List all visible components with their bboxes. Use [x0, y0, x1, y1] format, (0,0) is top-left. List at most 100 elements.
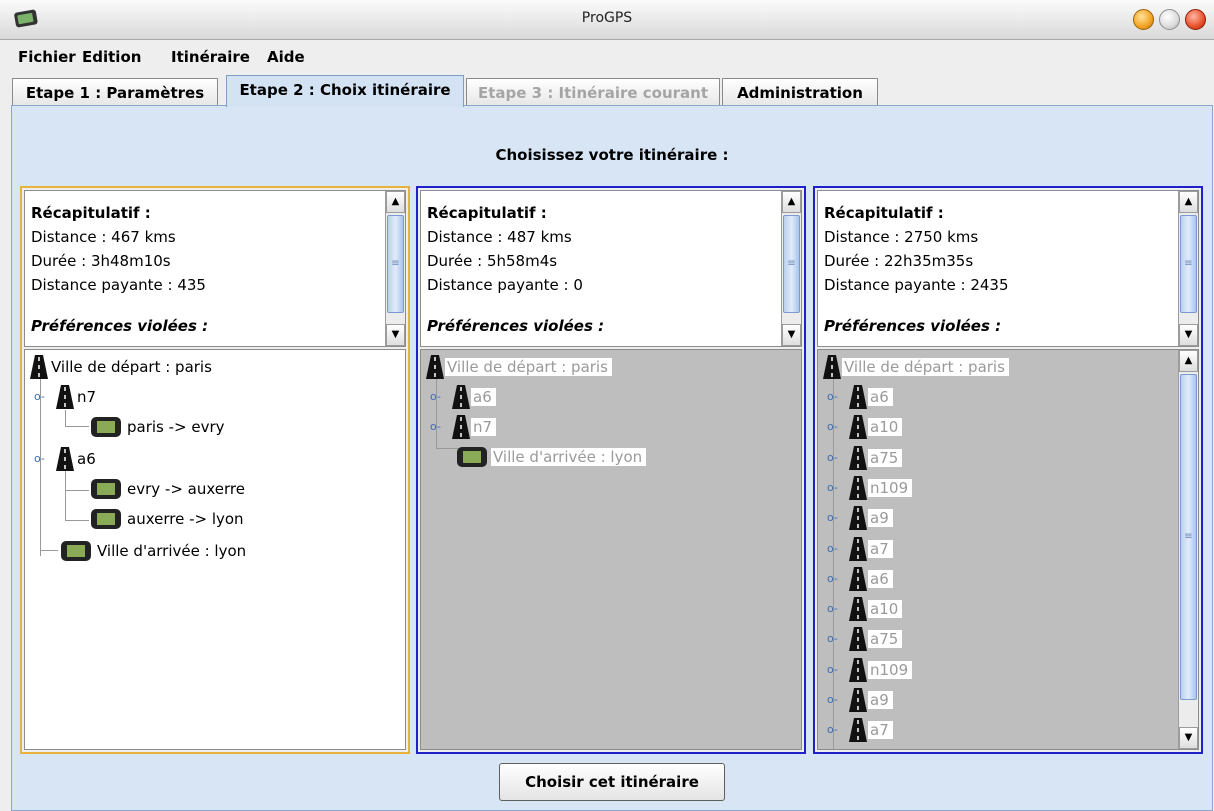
road-label: a10: [868, 418, 903, 437]
scroll-up-arrow-icon[interactable]: ▲: [782, 191, 801, 213]
scroll-thumb[interactable]: ≡: [1180, 374, 1197, 700]
tree-node-road[interactable]: a6: [848, 384, 893, 410]
tab-content-panel: Choisissez votre itinéraire : Récapitula…: [11, 105, 1213, 811]
menu-fichier[interactable]: Fichier: [18, 48, 76, 66]
road-icon: [849, 415, 867, 440]
minimize-window-button[interactable]: [1133, 9, 1154, 30]
close-window-button[interactable]: [1185, 9, 1206, 30]
expanded-handle-icon[interactable]: o-: [34, 453, 48, 464]
scroll-down-arrow-icon[interactable]: ▼: [1179, 324, 1198, 346]
road-icon: [849, 475, 867, 500]
road-label: a75: [868, 448, 903, 467]
collapsed-handle-icon[interactable]: o-: [827, 603, 841, 614]
tree-node-road[interactable]: a10: [848, 596, 903, 622]
tree-node-segment[interactable]: paris -> evry: [89, 414, 229, 440]
scroll-down-arrow-icon[interactable]: ▼: [1179, 727, 1198, 749]
tree-scrollbar[interactable]: ▲ ≡ ▼: [1178, 350, 1198, 749]
gps-device-icon: [91, 479, 121, 499]
summary-scrollbar[interactable]: ▲ ≡ ▼: [781, 191, 801, 346]
scroll-down-arrow-icon[interactable]: ▼: [782, 324, 801, 346]
scroll-thumb[interactable]: ≡: [1180, 215, 1197, 313]
collapsed-handle-icon[interactable]: o-: [827, 664, 841, 675]
tree-node-road[interactable]: n109: [848, 657, 913, 683]
tree-node-road[interactable]: a6: [451, 384, 496, 410]
menu-edition[interactable]: Edition: [82, 48, 141, 66]
route-tree[interactable]: Ville de départ : paris o- a6 o- n7 Vill…: [420, 349, 802, 750]
gps-device-icon: [91, 417, 121, 437]
tree-node-road[interactable]: a10: [848, 414, 903, 440]
itinerary-option-1[interactable]: Récapitulatif : Distance : 467 kms Durée…: [20, 186, 410, 754]
summary-scrollbar[interactable]: ▲ ≡ ▼: [1178, 191, 1198, 346]
tree-node-road[interactable]: a7: [848, 536, 893, 562]
tab-parametres[interactable]: Etape 1 : Paramètres: [12, 78, 218, 106]
violated-preferences-label: Préférences violées :: [427, 317, 605, 335]
maximize-window-button[interactable]: [1159, 9, 1180, 30]
tree-node-segment[interactable]: evry -> auxerre: [89, 476, 249, 502]
tree-node-road[interactable]: a6: [848, 566, 893, 592]
tree-node-road[interactable]: a75: [848, 626, 903, 652]
tree-node-road[interactable]: n109: [848, 475, 913, 501]
collapsed-handle-icon[interactable]: o-: [827, 512, 841, 523]
tree-node-start[interactable]: Ville de départ : paris: [822, 354, 1009, 380]
collapsed-handle-icon[interactable]: o-: [827, 543, 841, 554]
tree-node-road[interactable]: a9: [848, 505, 893, 531]
tree-node-start[interactable]: Ville de départ : paris: [29, 354, 216, 380]
gps-device-icon: [61, 541, 91, 561]
itinerary-option-3[interactable]: Récapitulatif : Distance : 2750 kms Duré…: [813, 186, 1203, 754]
tree-node-road[interactable]: a9: [848, 687, 893, 713]
road-label: n109: [868, 660, 913, 679]
road-icon: [30, 355, 48, 379]
route-tree[interactable]: Ville de départ : paris o- n7 paris -> e…: [24, 349, 406, 750]
collapsed-handle-icon[interactable]: o-: [430, 421, 444, 432]
collapsed-handle-icon[interactable]: o-: [827, 482, 841, 493]
tree-node-road[interactable]: n7: [451, 414, 497, 440]
tree-node-road[interactable]: a75: [848, 445, 903, 471]
road-label: a7: [868, 721, 893, 740]
tab-choix-itineraire[interactable]: Etape 2 : Choix itinéraire: [226, 75, 464, 107]
summary-title: Récapitulatif :: [427, 204, 547, 222]
gps-device-icon: [457, 447, 487, 467]
choose-itinerary-button[interactable]: Choisir cet itinéraire: [499, 763, 725, 801]
road-label: a7: [868, 539, 893, 558]
route-tree[interactable]: Ville de départ : paris o-a6 o-a10 o-a75 o-…: [817, 349, 1199, 750]
collapsed-handle-icon[interactable]: o-: [827, 724, 841, 735]
road-icon: [849, 688, 867, 712]
summary-scrollbar[interactable]: ▲ ≡ ▼: [385, 191, 405, 346]
scroll-down-arrow-icon[interactable]: ▼: [386, 324, 405, 346]
duration-value: Durée : 5h58m4s: [427, 252, 558, 270]
expanded-handle-icon[interactable]: o-: [34, 391, 48, 402]
tab-administration[interactable]: Administration: [722, 78, 878, 106]
road-icon: [849, 597, 867, 622]
tree-node-road[interactable]: a6: [55, 446, 100, 472]
scroll-up-arrow-icon[interactable]: ▲: [1179, 191, 1198, 213]
scroll-up-arrow-icon[interactable]: ▲: [1179, 350, 1198, 372]
road-label: a6: [868, 569, 893, 588]
road-icon: [56, 447, 74, 471]
itinerary-option-2[interactable]: Récapitulatif : Distance : 487 kms Durée…: [416, 186, 806, 754]
tree-node-end[interactable]: Ville d'arrivée : lyon: [455, 444, 647, 470]
collapsed-handle-icon[interactable]: o-: [827, 633, 841, 644]
scroll-thumb[interactable]: ≡: [387, 215, 404, 313]
menu-itineraire[interactable]: Itinéraire: [171, 48, 250, 66]
tree-node-road[interactable]: a7: [848, 717, 893, 743]
road-icon: [849, 506, 867, 531]
collapsed-handle-icon[interactable]: o-: [827, 391, 841, 402]
road-icon: [849, 536, 867, 561]
tab-bar: Etape 1 : Paramètres Etape 2 : Choix iti…: [0, 75, 1214, 107]
collapsed-handle-icon[interactable]: o-: [827, 452, 841, 463]
menu-aide[interactable]: Aide: [267, 48, 305, 66]
road-icon: [849, 385, 867, 409]
tree-node-segment[interactable]: auxerre -> lyon: [89, 506, 248, 532]
road-icon: [849, 718, 867, 743]
collapsed-handle-icon[interactable]: o-: [430, 391, 444, 402]
collapsed-handle-icon[interactable]: o-: [827, 573, 841, 584]
scroll-up-arrow-icon[interactable]: ▲: [386, 191, 405, 213]
road-icon: [56, 385, 74, 409]
tree-node-road[interactable]: n7: [55, 384, 100, 410]
tree-node-end[interactable]: Ville d'arrivée : lyon: [59, 538, 250, 564]
collapsed-handle-icon[interactable]: o-: [827, 421, 841, 432]
distance-value: Distance : 2750 kms: [824, 228, 979, 246]
tree-node-start[interactable]: Ville de départ : paris: [425, 354, 612, 380]
scroll-thumb[interactable]: ≡: [783, 215, 800, 313]
collapsed-handle-icon[interactable]: o-: [827, 694, 841, 705]
